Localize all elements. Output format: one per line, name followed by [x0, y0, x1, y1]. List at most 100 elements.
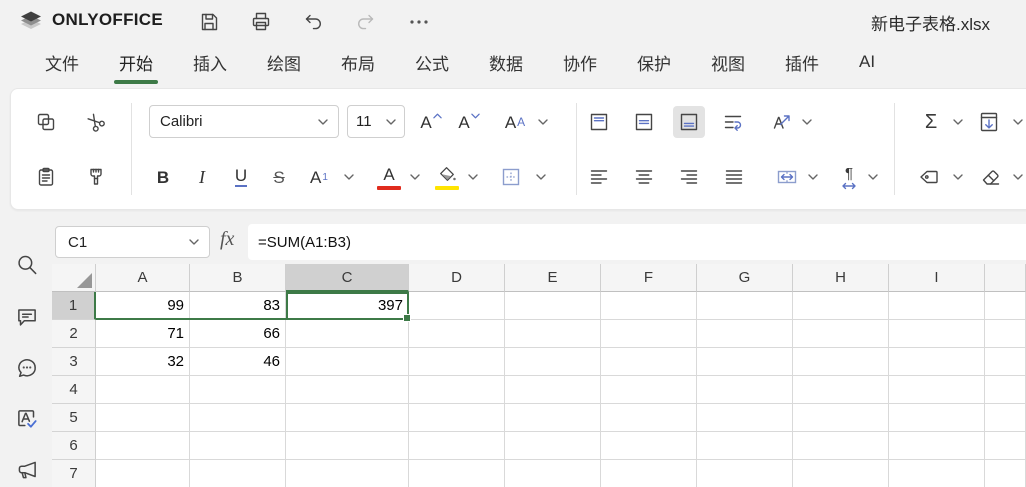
cell-F6[interactable]: [601, 432, 697, 460]
justify-button[interactable]: [718, 161, 750, 193]
cell-A6[interactable]: [96, 432, 190, 460]
fill-color-dropdown[interactable]: [465, 161, 481, 193]
column-header-D[interactable]: D: [409, 264, 505, 292]
cell-E7[interactable]: [505, 460, 601, 487]
tab-item-11[interactable]: AI: [859, 52, 875, 72]
more-button[interactable]: [406, 9, 432, 35]
tab-item-6[interactable]: 数据: [489, 50, 523, 75]
wrap-text-button[interactable]: [717, 106, 749, 138]
paste-button[interactable]: [30, 161, 62, 193]
cell-D5[interactable]: [409, 404, 505, 432]
cell-G6[interactable]: [697, 432, 793, 460]
autosum-dropdown[interactable]: [950, 106, 966, 138]
fill-color-button[interactable]: [431, 161, 463, 193]
column-header-C[interactable]: C: [286, 264, 409, 292]
named-ranges-dropdown[interactable]: [950, 161, 966, 193]
cell-B1[interactable]: 83: [190, 292, 286, 320]
cell-E2[interactable]: [505, 320, 601, 348]
cell-I7[interactable]: [889, 460, 985, 487]
column-header-G[interactable]: G: [697, 264, 793, 292]
row-header-3[interactable]: 3: [52, 348, 96, 376]
cell-E4[interactable]: [505, 376, 601, 404]
insert-function-button[interactable]: fx: [220, 228, 234, 251]
cell-G7[interactable]: [697, 460, 793, 487]
cell-A2[interactable]: 71: [96, 320, 190, 348]
cell-F3[interactable]: [601, 348, 697, 376]
spellcheck-button[interactable]: [13, 405, 41, 433]
align-center-button[interactable]: [628, 161, 660, 193]
cell-B2[interactable]: 66: [190, 320, 286, 348]
cell-I1[interactable]: [889, 292, 985, 320]
cell-H7[interactable]: [793, 460, 889, 487]
cell-J5[interactable]: [985, 404, 1026, 432]
italic-button[interactable]: I: [186, 161, 218, 193]
row-header-4[interactable]: 4: [52, 376, 96, 404]
column-header-A[interactable]: A: [96, 264, 190, 292]
cell-C6[interactable]: [286, 432, 409, 460]
clear-button[interactable]: [975, 161, 1007, 193]
text-direction-button[interactable]: ¶: [833, 161, 865, 193]
increase-font-size-button[interactable]: A: [415, 106, 447, 138]
cell-C5[interactable]: [286, 404, 409, 432]
decrease-font-size-button[interactable]: A: [453, 106, 485, 138]
row-header-2[interactable]: 2: [52, 320, 96, 348]
column-header-F[interactable]: F: [601, 264, 697, 292]
cell-J1[interactable]: [985, 292, 1026, 320]
cell-G2[interactable]: [697, 320, 793, 348]
cell-B7[interactable]: [190, 460, 286, 487]
cell-C1[interactable]: 397: [286, 292, 409, 320]
tab-item-8[interactable]: 保护: [637, 50, 671, 75]
merge-cells-button[interactable]: [771, 161, 803, 193]
tab-item-7[interactable]: 协作: [563, 50, 597, 75]
comments-button[interactable]: [13, 303, 41, 331]
fill-handle[interactable]: [403, 314, 411, 322]
cell-C3[interactable]: [286, 348, 409, 376]
cell-D7[interactable]: [409, 460, 505, 487]
tab-file[interactable]: 文件: [45, 50, 79, 75]
change-case-dropdown[interactable]: [535, 106, 551, 138]
cell-A3[interactable]: 32: [96, 348, 190, 376]
cell-I6[interactable]: [889, 432, 985, 460]
borders-dropdown[interactable]: [533, 161, 549, 193]
cell-D6[interactable]: [409, 432, 505, 460]
cell-F7[interactable]: [601, 460, 697, 487]
cell-I3[interactable]: [889, 348, 985, 376]
cell-H2[interactable]: [793, 320, 889, 348]
print-button[interactable]: [248, 9, 274, 35]
bold-button[interactable]: B: [147, 161, 179, 193]
column-header-I[interactable]: I: [889, 264, 985, 292]
fill-down-button[interactable]: [973, 106, 1005, 138]
cell-H1[interactable]: [793, 292, 889, 320]
cell-G5[interactable]: [697, 404, 793, 432]
cell-A5[interactable]: [96, 404, 190, 432]
font-size-select[interactable]: 11: [347, 105, 405, 138]
cell-B5[interactable]: [190, 404, 286, 432]
cell-G1[interactable]: [697, 292, 793, 320]
cell-I2[interactable]: [889, 320, 985, 348]
tab-item-1[interactable]: 开始: [114, 50, 158, 84]
format-painter-button[interactable]: [80, 161, 112, 193]
cell-I4[interactable]: [889, 376, 985, 404]
redo-button[interactable]: [353, 9, 379, 35]
subscript-superscript-dropdown[interactable]: [341, 161, 357, 193]
tab-item-10[interactable]: 插件: [785, 50, 819, 75]
tab-item-5[interactable]: 公式: [415, 50, 449, 75]
column-header-H[interactable]: H: [793, 264, 889, 292]
cell-H3[interactable]: [793, 348, 889, 376]
align-top-button[interactable]: [583, 106, 615, 138]
tab-item-9[interactable]: 视图: [711, 50, 745, 75]
cell-F2[interactable]: [601, 320, 697, 348]
tab-item-2[interactable]: 插入: [193, 50, 227, 75]
cell-J4[interactable]: [985, 376, 1026, 404]
column-header-B[interactable]: B: [190, 264, 286, 292]
cell-B4[interactable]: [190, 376, 286, 404]
formula-input[interactable]: =SUM(A1:B3): [248, 224, 1026, 260]
cell-J3[interactable]: [985, 348, 1026, 376]
cell-D4[interactable]: [409, 376, 505, 404]
orientation-dropdown[interactable]: [799, 106, 815, 138]
chat-button[interactable]: [13, 354, 41, 382]
align-middle-button[interactable]: [628, 106, 660, 138]
select-all-corner[interactable]: [52, 264, 96, 292]
cell-D2[interactable]: [409, 320, 505, 348]
copy-button[interactable]: [30, 106, 62, 138]
